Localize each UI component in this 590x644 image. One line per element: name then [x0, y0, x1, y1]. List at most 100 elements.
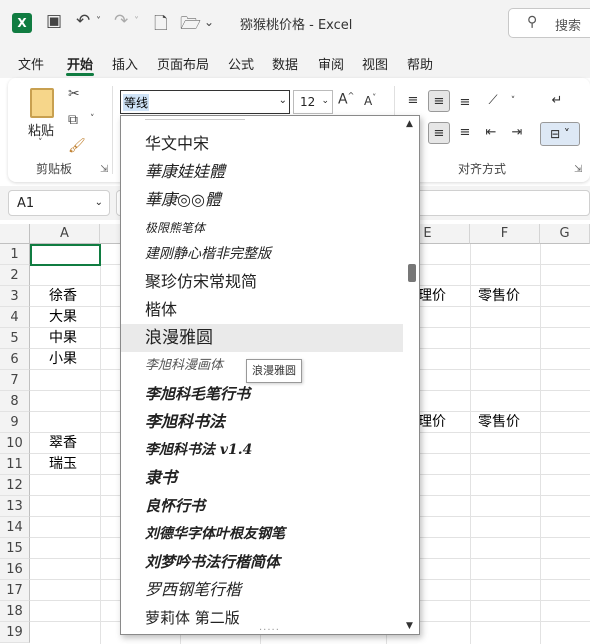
row-header[interactable]: 3 — [0, 286, 30, 307]
font-option[interactable]: 華康◎◎體 — [121, 186, 403, 214]
new-file-icon[interactable]: 🗋 — [154, 11, 168, 40]
middle-align-icon[interactable]: ≡ — [428, 90, 450, 112]
row-header[interactable]: 10 — [0, 433, 30, 454]
column-header-f[interactable]: F — [470, 224, 540, 244]
cell-e9[interactable]: 理价 — [418, 412, 446, 433]
font-option[interactable]: 良怀行书 — [121, 492, 403, 520]
row-header[interactable]: 5 — [0, 328, 30, 349]
font-size-dropdown-icon[interactable]: ⌄ — [321, 96, 329, 106]
font-size-combobox[interactable]: 12 ⌄ — [293, 90, 333, 114]
row-header[interactable]: 18 — [0, 601, 30, 622]
font-option[interactable]: 李旭科毛笔行书 — [121, 380, 403, 408]
cell-a5[interactable]: 中果 — [49, 328, 77, 349]
cell-f3[interactable]: 零售价 — [478, 286, 520, 307]
scrollbar-thumb[interactable] — [408, 264, 416, 282]
save-icon[interactable]: ▣ — [46, 11, 62, 31]
increase-indent-icon[interactable]: ⇥ — [506, 122, 528, 144]
top-align-icon[interactable]: ≡ — [402, 90, 424, 112]
tab-view[interactable]: 视图 — [362, 54, 388, 73]
row-header[interactable]: 4 — [0, 307, 30, 328]
bottom-align-icon[interactable]: ≡ — [454, 92, 476, 114]
font-option[interactable]: 极限熊笔体 — [121, 214, 403, 242]
cell-e3[interactable]: 理价 — [418, 286, 446, 307]
cell-a10[interactable]: 翠香 — [49, 433, 77, 454]
font-option[interactable]: 刘梦吟书法行楷简体 — [121, 548, 403, 576]
tab-formulas[interactable]: 公式 — [228, 54, 254, 73]
undo-dropdown-icon[interactable]: ˅ — [96, 16, 101, 27]
alignment-dialog-launcher-icon[interactable]: ⇲ — [574, 164, 582, 175]
align-center-icon[interactable]: ≡ — [454, 122, 476, 144]
font-option-hovered[interactable]: 浪漫雅圆 — [121, 324, 403, 352]
cut-icon[interactable]: ✂ — [68, 86, 80, 102]
name-box-dropdown-icon[interactable]: ⌄ — [95, 197, 103, 208]
row-header[interactable]: 13 — [0, 496, 30, 517]
tab-insert[interactable]: 插入 — [112, 54, 138, 73]
wrap-text-icon[interactable]: ↵ — [546, 90, 568, 112]
font-option[interactable]: 李旭科书法 v1.4 — [121, 436, 403, 464]
row-header[interactable]: 14 — [0, 517, 30, 538]
customize-qat-icon[interactable]: ⌄ — [204, 15, 214, 29]
copy-icon[interactable]: ⧉ — [68, 112, 78, 128]
paste-icon[interactable] — [30, 88, 54, 118]
row-header[interactable]: 16 — [0, 559, 30, 580]
undo-icon[interactable]: ↶ — [76, 11, 90, 31]
cell-f9[interactable]: 零售价 — [478, 412, 520, 433]
font-option[interactable]: 罗西钢笔行楷 — [121, 576, 403, 604]
format-painter-icon[interactable]: 🖌 — [68, 138, 86, 154]
row-header[interactable]: 2 — [0, 265, 30, 286]
cell-a11[interactable]: 瑞玉 — [49, 454, 77, 475]
row-header[interactable]: 15 — [0, 538, 30, 559]
tab-home[interactable]: 开始 — [67, 54, 93, 73]
clipboard-dialog-launcher-icon[interactable]: ⇲ — [100, 164, 108, 175]
active-cell-a1[interactable] — [30, 244, 101, 266]
tab-data[interactable]: 数据 — [272, 54, 298, 73]
orientation-icon[interactable]: ⟋ — [482, 90, 504, 112]
select-all-corner[interactable] — [0, 224, 30, 244]
redo-dropdown-icon[interactable]: ˅ — [134, 16, 139, 27]
name-box[interactable]: A1 ⌄ — [8, 190, 110, 216]
font-name-dropdown-icon[interactable]: ⌄ — [279, 95, 287, 106]
scroll-down-icon[interactable]: ▼ — [406, 621, 413, 631]
align-left-icon[interactable]: ≡ — [428, 122, 450, 144]
open-folder-icon[interactable]: 🗁 — [180, 11, 201, 40]
tab-review[interactable]: 审阅 — [318, 54, 344, 73]
font-option[interactable]: 李旭科书法 — [121, 408, 403, 436]
cell-a6[interactable]: 小果 — [49, 349, 77, 370]
search-box[interactable]: ⚲ 搜索 — [508, 8, 590, 38]
copy-dropdown-icon[interactable]: ˅ — [90, 114, 95, 124]
merge-center-button[interactable]: ⊟ ˅ — [540, 122, 580, 146]
font-option[interactable]: 楷体 — [121, 296, 403, 324]
tab-help[interactable]: 帮助 — [407, 54, 433, 73]
shrink-font-button[interactable]: A˅ — [364, 93, 376, 108]
resize-grip-icon[interactable]: ..... — [259, 622, 280, 633]
grow-font-button[interactable]: A^ — [338, 91, 354, 108]
row-header[interactable]: 7 — [0, 370, 30, 391]
row-header[interactable]: 6 — [0, 349, 30, 370]
row-header[interactable]: 19 — [0, 622, 30, 643]
scroll-up-icon[interactable]: ▲ — [406, 119, 413, 129]
tab-file[interactable]: 文件 — [18, 54, 44, 73]
font-option[interactable]: 刘德华字体叶根友钢笔 — [121, 520, 403, 548]
cell-a4[interactable]: 大果 — [49, 307, 77, 328]
paste-dropdown-icon[interactable]: ˅ — [38, 138, 43, 148]
font-option[interactable]: 華康娃娃體 — [121, 158, 403, 186]
row-header[interactable]: 12 — [0, 475, 30, 496]
font-option[interactable]: 建刚静心楷非完整版 — [121, 240, 403, 268]
decrease-indent-icon[interactable]: ⇤ — [480, 122, 502, 144]
font-option[interactable]: 聚珍仿宋常规简 — [121, 268, 403, 296]
column-header-g[interactable]: G — [540, 224, 590, 244]
row-header[interactable]: 8 — [0, 391, 30, 412]
font-list-scrollbar[interactable]: ▲ ▼ — [403, 116, 419, 634]
font-option[interactable]: 华文中宋 — [121, 130, 403, 158]
row-header[interactable]: 17 — [0, 580, 30, 601]
column-header-a[interactable]: A — [30, 224, 100, 244]
font-option[interactable]: 隶书 — [121, 464, 403, 492]
row-header[interactable]: 9 — [0, 412, 30, 433]
orientation-dropdown-icon[interactable]: ˅ — [502, 90, 524, 112]
tab-page-layout[interactable]: 页面布局 — [157, 54, 209, 73]
row-header[interactable]: 11 — [0, 454, 30, 475]
redo-icon[interactable]: ↷ — [114, 11, 128, 31]
font-name-combobox[interactable]: 等线 ⌄ — [120, 90, 290, 114]
cell-a3[interactable]: 徐香 — [49, 286, 77, 307]
paste-button[interactable]: 粘贴 — [28, 120, 54, 139]
